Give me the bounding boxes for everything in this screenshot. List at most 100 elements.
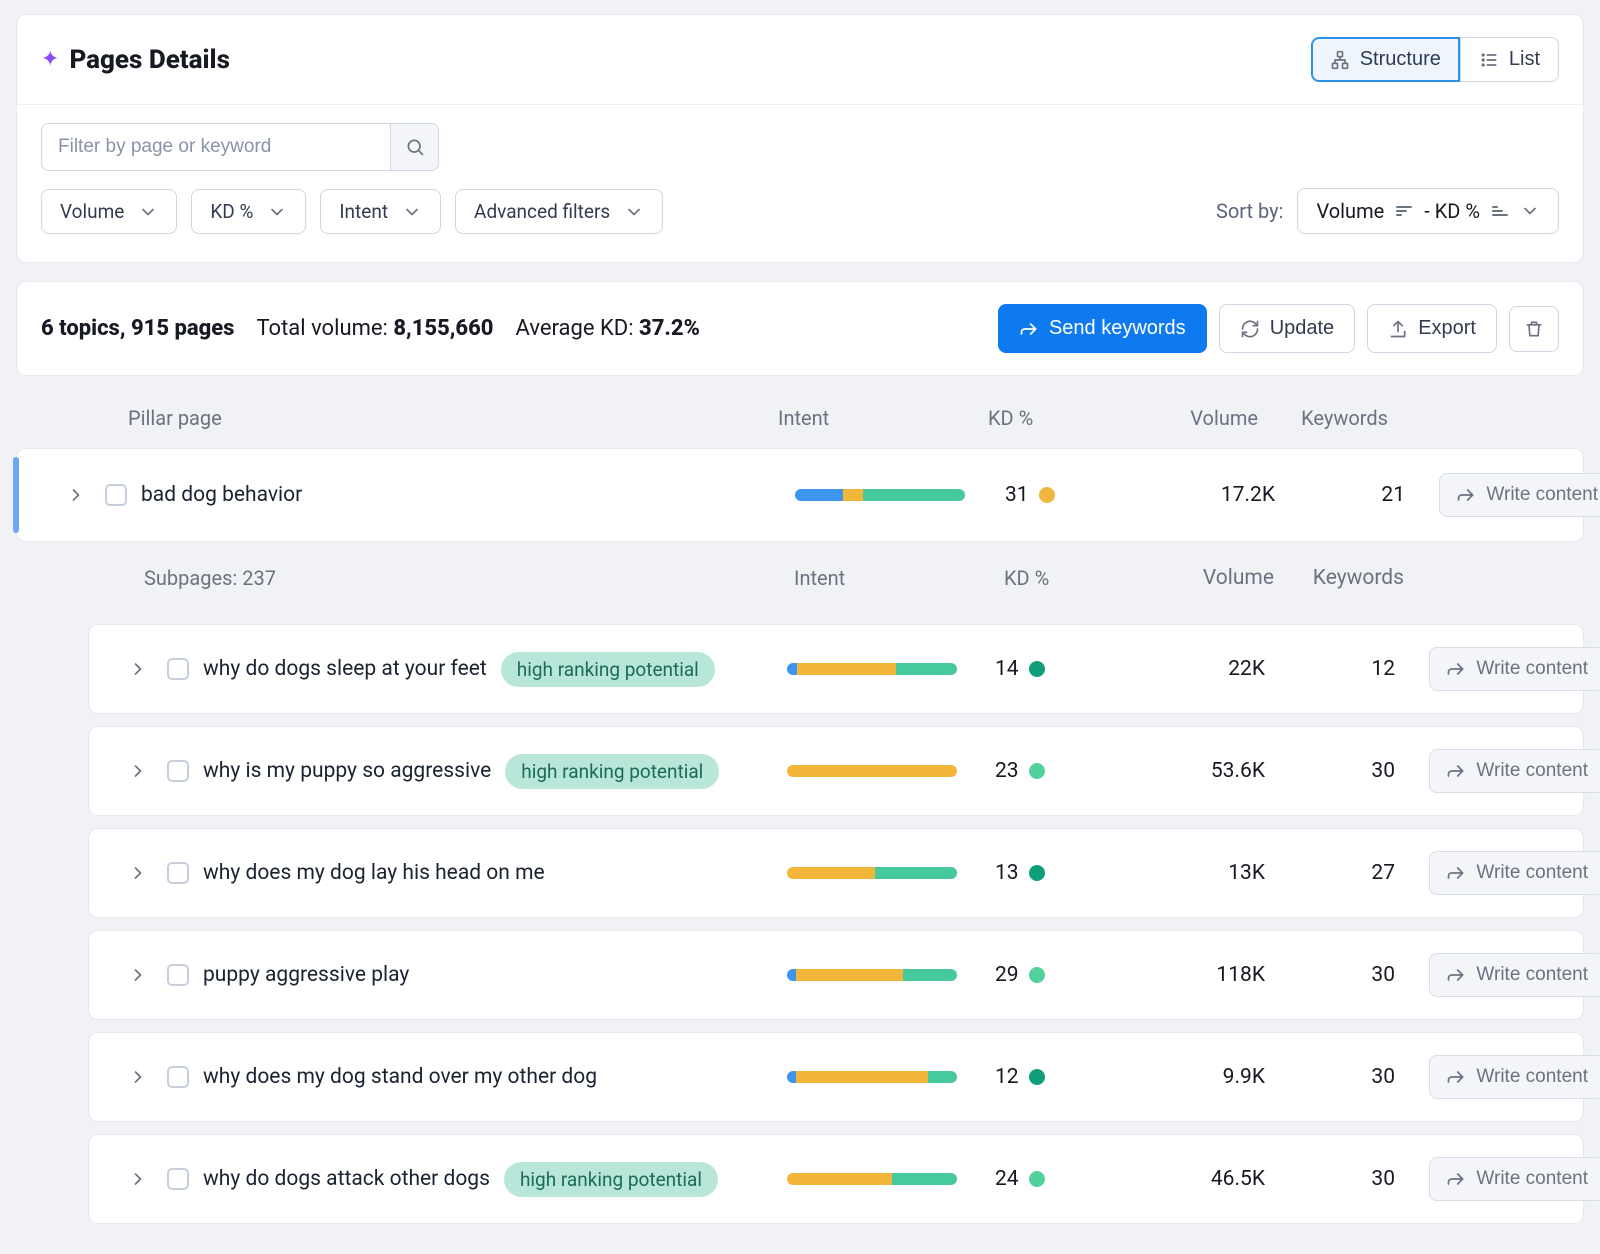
structure-icon <box>1330 50 1350 70</box>
ranking-badge: high ranking potential <box>501 652 715 687</box>
chevron-right-icon <box>66 485 86 505</box>
volume-value: 13K <box>1115 861 1265 885</box>
write-content-button[interactable]: Write content <box>1439 473 1600 517</box>
update-button[interactable]: Update <box>1219 304 1356 353</box>
subpage-row: why does my dog stand over my other dog … <box>88 1032 1584 1122</box>
expand-toggle[interactable] <box>109 1067 167 1087</box>
filter-intent[interactable]: Intent <box>320 189 441 234</box>
kd-value: 31 <box>1005 483 1029 507</box>
write-arrow-icon <box>1446 1169 1466 1189</box>
keywords-value: 21 <box>1275 483 1405 507</box>
write-content-button[interactable]: Write content <box>1429 1055 1600 1099</box>
kd-value: 29 <box>995 963 1019 987</box>
row-checkbox[interactable] <box>167 964 189 986</box>
expand-toggle[interactable] <box>47 485 105 505</box>
expand-toggle[interactable] <box>109 1169 167 1189</box>
kd-dot <box>1029 661 1045 677</box>
send-keywords-button[interactable]: Send keywords <box>998 304 1207 353</box>
row-checkbox[interactable] <box>167 760 189 782</box>
kd-dot <box>1029 967 1045 983</box>
kd-dot <box>1029 1069 1045 1085</box>
chevron-right-icon <box>128 1067 148 1087</box>
write-arrow-icon <box>1446 965 1466 985</box>
subpage-name: why is my puppy so aggressive <box>203 759 491 783</box>
kd-dot <box>1029 1171 1045 1187</box>
refresh-icon <box>1240 319 1260 339</box>
intent-bar <box>787 1071 957 1083</box>
write-content-button[interactable]: Write content <box>1429 953 1600 997</box>
intent-bar <box>787 969 957 981</box>
subpage-name: why does my dog stand over my other dog <box>203 1065 597 1089</box>
write-content-button[interactable]: Write content <box>1429 851 1600 895</box>
sort-desc-icon <box>1396 206 1412 216</box>
kd-dot <box>1039 487 1055 503</box>
write-arrow-icon <box>1456 485 1476 505</box>
sort-select[interactable]: Volume - KD % <box>1297 188 1559 234</box>
write-content-button[interactable]: Write content <box>1429 1157 1600 1201</box>
write-arrow-icon <box>1446 761 1466 781</box>
write-content-button[interactable]: Write content <box>1429 749 1600 793</box>
kd-value: 12 <box>995 1065 1019 1089</box>
view-structure-button[interactable]: Structure <box>1311 37 1460 82</box>
view-list-button[interactable]: List <box>1460 37 1559 82</box>
row-checkbox[interactable] <box>167 1168 189 1190</box>
filter-search-button[interactable] <box>391 123 439 171</box>
share-arrow-icon <box>1019 319 1039 339</box>
intent-bar <box>787 1173 957 1185</box>
subpage-row: why do dogs attack other dogs high ranki… <box>88 1134 1584 1224</box>
row-checkbox[interactable] <box>167 862 189 884</box>
col-keywords: Keywords <box>1258 406 1388 430</box>
keywords-value: 12 <box>1265 657 1395 681</box>
col-intent: Intent <box>778 406 988 430</box>
expand-toggle[interactable] <box>109 761 167 781</box>
intent-bar <box>795 489 965 501</box>
col-kd: KD % <box>988 406 1108 430</box>
page-title: Pages Details <box>69 45 229 75</box>
expand-toggle[interactable] <box>109 965 167 985</box>
chevron-down-icon <box>1520 201 1540 221</box>
kd-value: 13 <box>995 861 1019 885</box>
sparkle-icon: ✦ <box>41 47 59 72</box>
upload-icon <box>1388 319 1408 339</box>
keywords-value: 30 <box>1265 759 1395 783</box>
view-toggle: Structure List <box>1311 37 1559 82</box>
row-checkbox[interactable] <box>167 658 189 680</box>
write-arrow-icon <box>1446 659 1466 679</box>
subpage-row: puppy aggressive play 29 118K 30 Write c… <box>88 930 1584 1020</box>
export-button[interactable]: Export <box>1367 304 1497 353</box>
intent-bar <box>787 663 957 675</box>
trash-icon <box>1524 319 1544 339</box>
write-content-button[interactable]: Write content <box>1429 647 1600 691</box>
expand-toggle[interactable] <box>109 659 167 679</box>
pillar-row: bad dog behavior 31 17.2K 21 Write conte… <box>16 448 1584 542</box>
volume-value: 46.5K <box>1115 1167 1265 1191</box>
filter-advanced[interactable]: Advanced filters <box>455 189 663 234</box>
chevron-right-icon <box>128 761 148 781</box>
kd-dot <box>1029 763 1045 779</box>
intent-bar <box>787 765 957 777</box>
filter-search-input[interactable] <box>41 123 391 171</box>
volume-value: 17.2K <box>1125 483 1275 507</box>
subpage-name: puppy aggressive play <box>203 963 409 987</box>
delete-button[interactable] <box>1509 306 1559 352</box>
volume-value: 9.9K <box>1115 1065 1265 1089</box>
kd-value: 24 <box>995 1167 1019 1191</box>
volume-value: 53.6K <box>1115 759 1265 783</box>
keywords-value: 27 <box>1265 861 1395 885</box>
expand-toggle[interactable] <box>109 863 167 883</box>
subpage-row: why does my dog lay his head on me 13 13… <box>88 828 1584 918</box>
row-checkbox[interactable] <box>105 484 127 506</box>
col-pillar: Pillar page <box>88 406 778 430</box>
sort-asc-icon <box>1492 206 1508 216</box>
chevron-down-icon <box>267 202 287 222</box>
kd-value: 14 <box>995 657 1019 681</box>
volume-value: 22K <box>1115 657 1265 681</box>
row-checkbox[interactable] <box>167 1066 189 1088</box>
chevron-down-icon <box>402 202 422 222</box>
subpage-row: why do dogs sleep at your feet high rank… <box>88 624 1584 714</box>
volume-value: 118K <box>1115 963 1265 987</box>
filter-kd[interactable]: KD % <box>191 189 306 234</box>
filter-volume[interactable]: Volume <box>41 189 177 234</box>
kd-dot <box>1029 865 1045 881</box>
chevron-right-icon <box>128 1169 148 1189</box>
